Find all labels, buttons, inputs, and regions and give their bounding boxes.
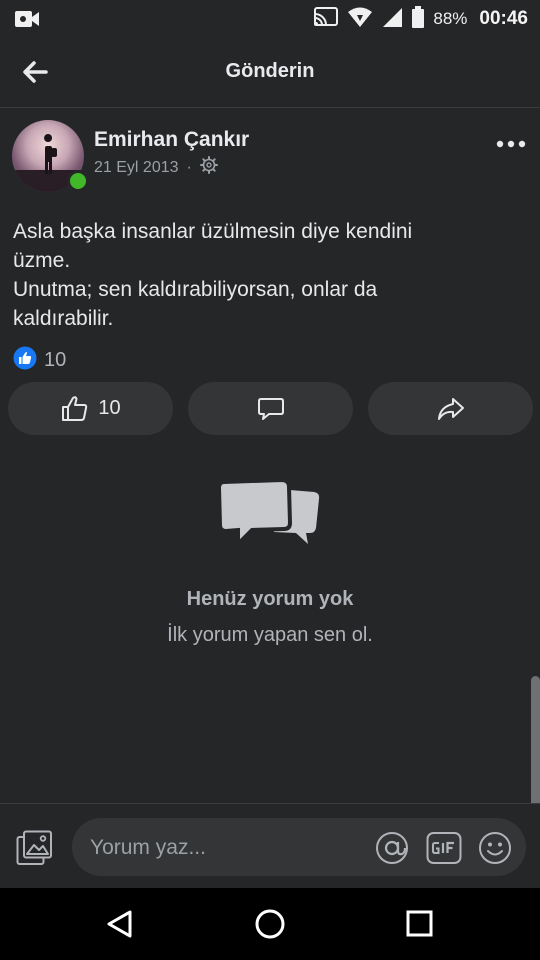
like-count: 10 xyxy=(98,397,121,419)
comment-field[interactable] xyxy=(72,818,526,878)
nav-recents-button[interactable] xyxy=(402,906,438,942)
system-nav-bar xyxy=(0,888,540,960)
nav-home-button[interactable] xyxy=(252,906,288,942)
like-button[interactable]: 10 xyxy=(8,382,173,435)
post-meta: 21 Eyl 2013 · xyxy=(94,156,218,179)
scrollbar[interactable] xyxy=(531,676,540,824)
gif-icon[interactable] xyxy=(426,831,462,865)
cell-signal-icon xyxy=(381,6,403,33)
meta-separator: · xyxy=(186,158,192,176)
more-options-button[interactable] xyxy=(496,134,526,154)
screen: 88% 00:46 Gönderin Emirhan Çankır 21 Eyl… xyxy=(0,0,540,960)
page-title: Gönderin xyxy=(225,60,315,82)
share-icon xyxy=(437,397,464,420)
photo-button[interactable] xyxy=(16,830,54,866)
cast-icon xyxy=(313,6,339,33)
empty-comments-subtitle: İlk yorum yapan sen ol. xyxy=(167,624,373,646)
recents-square-icon xyxy=(406,910,433,937)
like-reaction-icon xyxy=(12,345,38,376)
app-header: Gönderin xyxy=(0,38,540,108)
comment-button[interactable] xyxy=(188,382,353,435)
post-date[interactable]: 21 Eyl 2013 xyxy=(94,159,179,177)
at-sign-icon[interactable] xyxy=(375,831,409,865)
emoji-icon[interactable] xyxy=(478,831,512,865)
status-bar: 88% 00:46 xyxy=(0,0,540,38)
photo-icon xyxy=(16,830,52,865)
status-indicators: 88% 00:46 xyxy=(313,5,528,33)
post-text: Asla başka insanlar üzülmesin diye kendi… xyxy=(13,220,413,330)
post-header: Emirhan Çankır 21 Eyl 2013 · xyxy=(0,110,540,200)
comment-icon xyxy=(257,397,284,420)
more-icon xyxy=(496,140,526,148)
back-triangle-icon xyxy=(107,910,132,938)
thumbs-up-icon xyxy=(62,395,88,421)
battery-percent: 88% xyxy=(433,9,468,28)
home-circle-icon xyxy=(255,909,285,939)
gear-icon xyxy=(199,156,218,179)
reaction-count: 10 xyxy=(44,349,67,371)
empty-comments-title: Henüz yorum yok xyxy=(186,588,354,610)
battery-icon xyxy=(411,5,425,33)
comments-bubbles-icon xyxy=(218,478,320,549)
comment-composer xyxy=(0,803,540,889)
share-button[interactable] xyxy=(368,382,533,435)
wifi-icon xyxy=(347,6,373,33)
comment-input[interactable] xyxy=(88,818,372,878)
reaction-summary[interactable]: 10 xyxy=(12,345,66,376)
author-name[interactable]: Emirhan Çankır xyxy=(94,128,249,152)
clock: 00:46 xyxy=(479,8,528,29)
nav-back-button[interactable] xyxy=(102,906,138,942)
video-camera-icon xyxy=(14,9,40,34)
post-actions: 10 xyxy=(8,382,533,435)
online-indicator xyxy=(67,170,89,192)
